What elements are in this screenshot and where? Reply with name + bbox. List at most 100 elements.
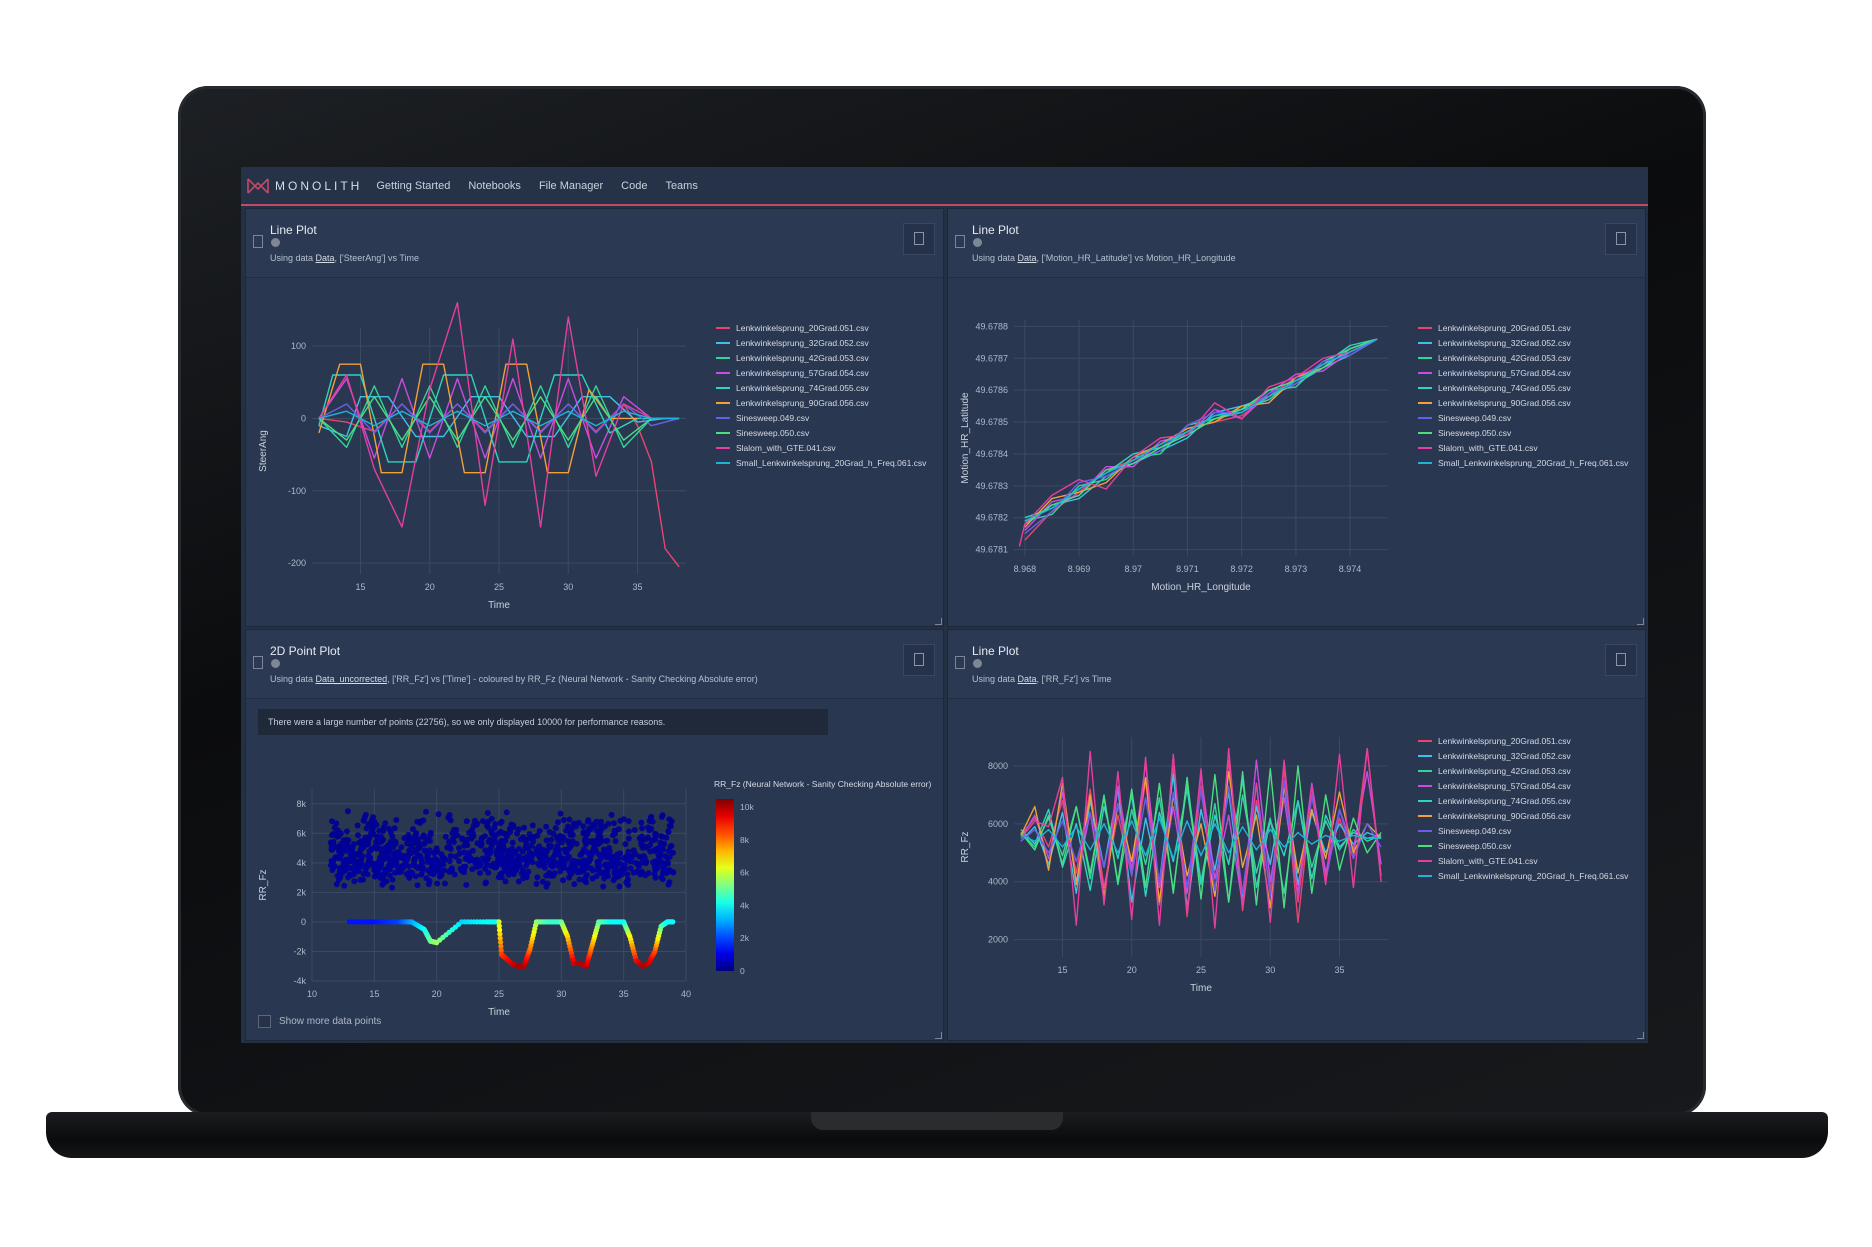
- y-tick-label: 49.6781: [975, 545, 1008, 555]
- legend-entry: Lenkwinkelsprung_57Grad.054.csv: [1438, 368, 1572, 378]
- legend-entry: Small_Lenkwinkelsprung_20Grad_h_Freq.061…: [1438, 458, 1629, 468]
- data-point: [355, 832, 361, 839]
- data-point: [388, 854, 395, 861]
- resize-handle[interactable]: [1637, 1032, 1644, 1039]
- data-point: [436, 873, 443, 880]
- data-point: [459, 836, 466, 843]
- data-point: [584, 830, 591, 837]
- data-point: [490, 860, 497, 867]
- data-point: [373, 838, 379, 845]
- monolith-logo[interactable]: MONOLITH: [247, 177, 376, 195]
- y-tick-label: 49.6783: [975, 481, 1008, 491]
- data-point: [593, 818, 600, 825]
- data-point: [598, 825, 605, 832]
- legend-entry: Lenkwinkelsprung_32Grad.052.csv: [1438, 338, 1572, 348]
- y-tick-label: 0: [301, 917, 306, 927]
- dataset-link[interactable]: Data: [316, 253, 335, 263]
- resize-handle[interactable]: [935, 1032, 942, 1039]
- panel-menu-button[interactable]: [1605, 644, 1637, 676]
- dataset-link[interactable]: Data_uncorrected: [316, 674, 388, 684]
- data-point: [556, 832, 563, 839]
- show-more-label[interactable]: Show more data points: [279, 1016, 381, 1027]
- nav-file-manager[interactable]: File Manager: [539, 180, 603, 192]
- data-point: [362, 811, 369, 818]
- data-point: [551, 851, 558, 858]
- y-tick-label: -4k: [293, 976, 306, 986]
- info-icon[interactable]: [973, 659, 982, 668]
- data-point: [570, 857, 577, 864]
- info-icon[interactable]: [973, 238, 982, 247]
- x-tick-label: 8.969: [1068, 564, 1091, 574]
- legend-entry: Sinesweep.049.csv: [736, 413, 810, 423]
- data-point: [406, 863, 412, 870]
- y-tick-label: 6000: [988, 819, 1008, 829]
- data-point: [644, 844, 651, 851]
- dataset-link[interactable]: Data: [1018, 253, 1037, 263]
- data-point: [546, 829, 553, 835]
- panel-menu-button[interactable]: [903, 644, 935, 676]
- data-point: [658, 814, 665, 820]
- data-point: [446, 844, 453, 851]
- x-tick-label: 15: [1057, 965, 1067, 975]
- data-point: [631, 827, 638, 833]
- nav-teams[interactable]: Teams: [665, 180, 697, 192]
- y-tick-label: 8k: [296, 799, 306, 809]
- data-point: [580, 823, 587, 830]
- show-more-points[interactable]: Show more data points: [258, 1015, 381, 1028]
- resize-handle[interactable]: [935, 618, 942, 625]
- data-point: [364, 863, 371, 870]
- legend-entry: Sinesweep.050.csv: [1438, 428, 1512, 438]
- data-point: [343, 856, 350, 863]
- x-tick-label: 35: [1335, 965, 1345, 975]
- data-point: [340, 847, 347, 854]
- data-point: [627, 865, 634, 872]
- data-point: [547, 872, 554, 879]
- notebook-icon[interactable]: [253, 656, 263, 669]
- panel-title: Line Plot: [972, 223, 1019, 237]
- x-tick-label: 20: [432, 989, 442, 999]
- rr-fz-scatter-chart[interactable]: 10 15 20 25 30 35 40 8k 6k 4k 2k 0 -2k -4k Time RR_Fz RR…: [246, 739, 943, 1039]
- show-more-checkbox[interactable]: [258, 1015, 271, 1028]
- data-point: [555, 819, 561, 826]
- legend-entry: Lenkwinkelsprung_57Grad.054.csv: [1438, 781, 1572, 791]
- panel-menu-button[interactable]: [1605, 223, 1637, 255]
- data-point: [508, 821, 515, 828]
- data-point: [344, 808, 351, 815]
- nav-notebooks[interactable]: Notebooks: [468, 180, 521, 192]
- data-point: [343, 828, 350, 835]
- data-point: [546, 844, 553, 851]
- y-tick-label: -2k: [293, 946, 306, 956]
- latitude-chart[interactable]: 8.968 8.969 8.97 8.971 8.972 8.973 8.974 49.678…: [948, 278, 1645, 625]
- data-point: [533, 880, 540, 887]
- notebook-icon[interactable]: [253, 235, 263, 248]
- data-point: [611, 868, 618, 875]
- resize-handle[interactable]: [1637, 618, 1644, 625]
- data-point: [463, 881, 470, 888]
- data-point: [670, 919, 676, 925]
- panel-header: Line Plot Using data Data, ['Motion_HR_L…: [948, 209, 1645, 278]
- legend-entry: Lenkwinkelsprung_20Grad.051.csv: [1438, 323, 1572, 333]
- data-point: [663, 834, 670, 841]
- data-point: [561, 855, 568, 862]
- data-point: [492, 833, 498, 840]
- y-tick-label: -200: [288, 558, 306, 568]
- x-tick-label: 8.971: [1176, 564, 1199, 574]
- dataset-link[interactable]: Data: [1018, 674, 1037, 684]
- notebook-icon[interactable]: [955, 235, 965, 248]
- colorbar-tick: 0: [740, 966, 745, 976]
- nav-code[interactable]: Code: [621, 180, 647, 192]
- rr-fz-line-chart[interactable]: 15 20 25 30 35 8000 6000 4000 2000 Time RR_Fz Lenkw…: [948, 699, 1645, 1039]
- panel-menu-button[interactable]: [903, 223, 935, 255]
- y-tick-label: 49.6782: [975, 513, 1008, 523]
- panel-body: 15 20 25 30 35 100 0 -100 -200 Time SteerAng Lenkwi…: [246, 278, 943, 626]
- info-icon[interactable]: [271, 238, 280, 247]
- nav-getting-started[interactable]: Getting Started: [376, 180, 450, 192]
- info-icon[interactable]: [271, 659, 280, 668]
- steerang-chart[interactable]: 15 20 25 30 35 100 0 -100 -200 Time SteerAng Lenkwi…: [246, 278, 943, 625]
- data-point: [469, 847, 476, 854]
- data-point: [645, 824, 652, 831]
- panel-body: 15 20 25 30 35 8000 6000 4000 2000 Time RR_Fz Lenkw…: [948, 699, 1645, 1040]
- series-line: [1024, 338, 1378, 535]
- y-axis-label: RR_Fz: [258, 869, 269, 900]
- notebook-icon[interactable]: [955, 656, 965, 669]
